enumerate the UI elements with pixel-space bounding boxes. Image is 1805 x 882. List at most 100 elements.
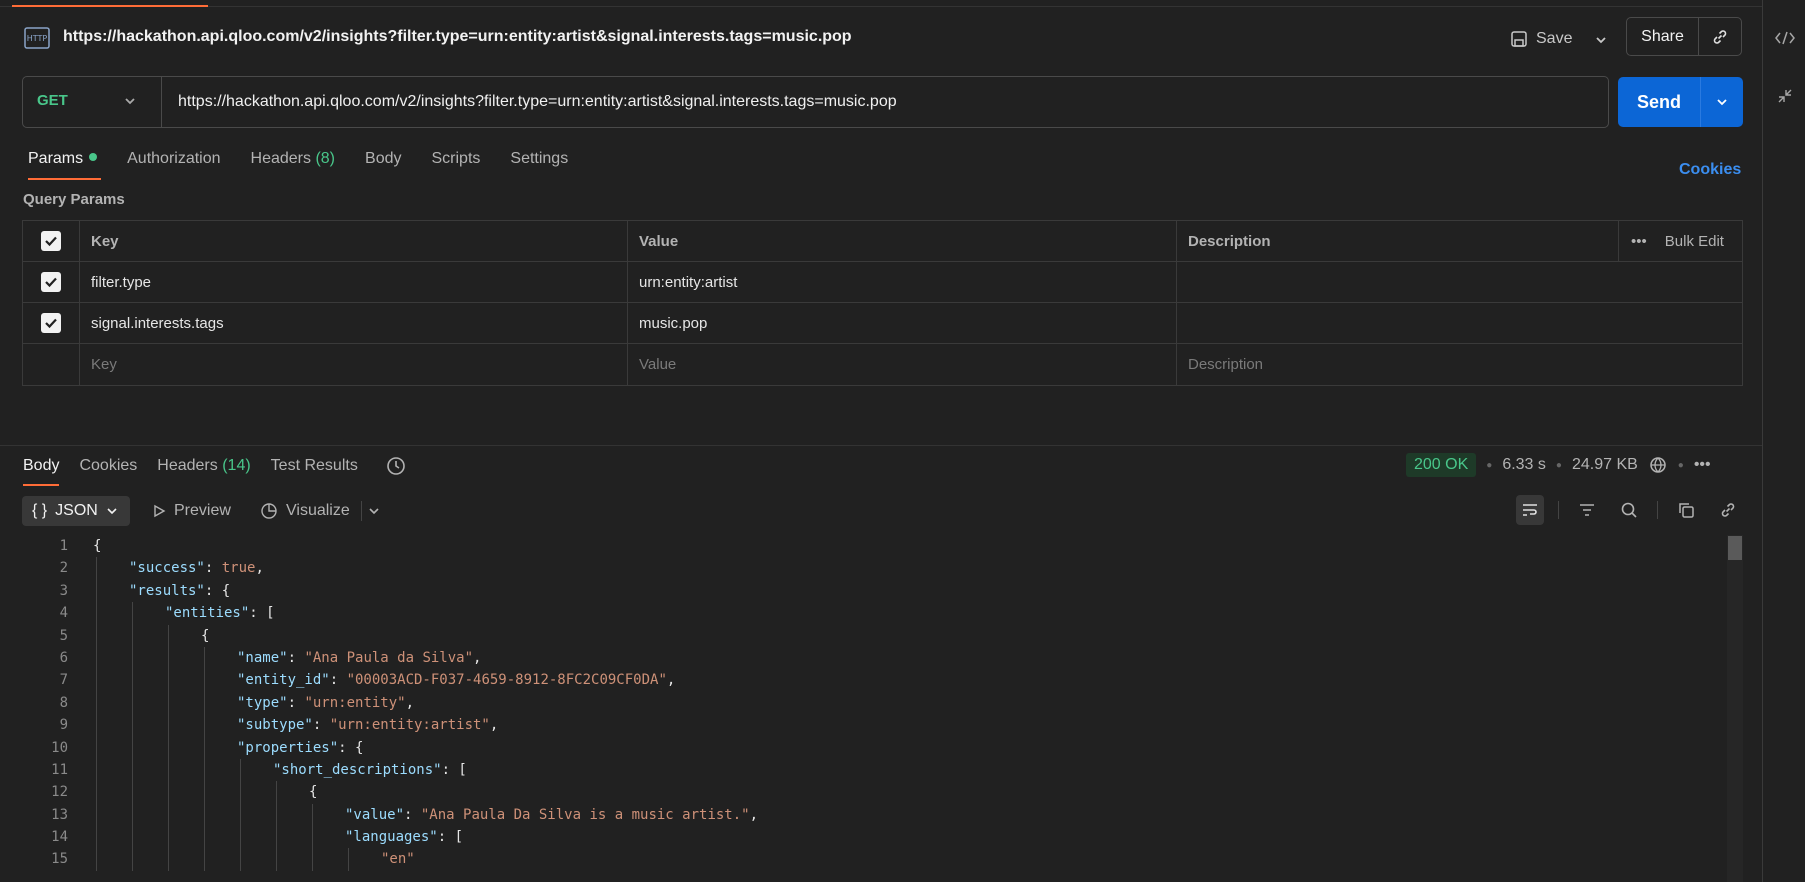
more-options-icon[interactable]: ••• — [1694, 456, 1711, 474]
cookies-link[interactable]: Cookies — [1679, 161, 1741, 179]
tab-params[interactable]: Params — [28, 150, 102, 180]
editor-scrollbar[interactable] — [1727, 535, 1743, 882]
json-boolean: true — [221, 560, 256, 577]
json-punctuation: : { — [204, 582, 231, 599]
visualize-separator — [361, 501, 362, 521]
copy-link-button[interactable] — [1699, 18, 1741, 55]
search-button[interactable] — [1615, 495, 1643, 525]
tab-settings[interactable]: Settings — [510, 150, 568, 180]
chevron-down-icon[interactable] — [367, 501, 381, 521]
code-line: 1{ — [22, 535, 1727, 557]
response-time[interactable]: 6.33 s — [1502, 456, 1546, 474]
param-key[interactable]: filter.type — [80, 262, 628, 302]
json-key: "short_descriptions" — [273, 761, 442, 778]
param-key[interactable]: signal.interests.tags — [80, 303, 628, 343]
copy-link-response-button[interactable] — [1714, 495, 1742, 525]
tab-authorization[interactable]: Authorization — [127, 150, 220, 180]
response-tab-headers[interactable]: Headers (14) — [157, 457, 250, 475]
active-tab-indicator — [12, 5, 208, 7]
new-value-input[interactable]: Value — [628, 344, 1177, 385]
json-punctuation: , — [405, 694, 415, 711]
scrollbar-thumb[interactable] — [1728, 536, 1742, 560]
code-text: { — [309, 781, 317, 803]
json-punctuation: { — [201, 627, 210, 644]
row-checkbox[interactable] — [41, 313, 61, 333]
new-description-input[interactable]: Description — [1177, 344, 1742, 385]
save-button[interactable]: Save — [1510, 24, 1572, 54]
status-badge[interactable]: 200 OK — [1406, 453, 1477, 477]
column-header-description-label: Description — [1188, 232, 1271, 250]
code-snippet-button[interactable] — [1773, 26, 1797, 50]
response-body-editor[interactable]: 1{2 "success": true, 3 "results": {4 "entiti… — [22, 535, 1727, 882]
code-text: "results": { — [129, 580, 230, 602]
bulk-edit-button[interactable]: Bulk Edit — [1665, 233, 1724, 250]
indent-guide — [276, 826, 277, 849]
table-row: filter.type urn:entity:artist — [23, 262, 1742, 303]
code-line: 6 "name": "Ana Paula da Silva", — [22, 646, 1727, 670]
code-line: 15 "en" — [22, 848, 1727, 871]
more-options-icon[interactable]: ••• — [1631, 233, 1647, 250]
filter-icon — [1580, 504, 1594, 516]
param-description[interactable] — [1177, 262, 1742, 302]
code-text: "type": "urn:entity", — [237, 692, 414, 714]
table-header-row: Key Value Description ••• Bulk Edit — [23, 221, 1742, 262]
chevron-down-icon — [107, 508, 117, 515]
indent-guide — [204, 669, 205, 692]
separator-dot: ● — [1555, 459, 1562, 471]
json-key: "results" — [129, 582, 205, 599]
response-tab-test-results[interactable]: Test Results — [271, 457, 358, 475]
new-key-input[interactable]: Key — [80, 344, 628, 385]
select-all-checkbox[interactable] — [41, 231, 61, 251]
param-description[interactable] — [1177, 303, 1742, 343]
code-text: "languages": [ — [345, 826, 463, 848]
tab-scripts[interactable]: Scripts — [431, 150, 480, 180]
save-options-button[interactable] — [1589, 28, 1613, 52]
url-input[interactable]: https://hackathon.api.qloo.com/v2/insigh… — [178, 93, 897, 111]
line-number: 1 — [59, 538, 68, 554]
query-params-table: Key Value Description ••• Bulk Edit filt… — [22, 220, 1743, 386]
select-all-cell — [23, 221, 80, 261]
tab-params-label: Params — [28, 150, 84, 167]
network-globe-icon[interactable] — [1648, 455, 1668, 475]
param-value[interactable]: urn:entity:artist — [628, 262, 1177, 302]
row-checkbox[interactable] — [41, 272, 61, 292]
url-bar: GET https://hackathon.api.qloo.com/v2/in… — [22, 76, 1609, 128]
json-string: "Ana Paula da Silva" — [304, 649, 474, 666]
tab-body[interactable]: Body — [365, 150, 401, 180]
send-button[interactable]: Send — [1618, 77, 1701, 127]
tab-headers-label: Headers — [250, 150, 311, 167]
bulk-edit-area: ••• Bulk Edit — [1618, 221, 1742, 261]
save-label: Save — [1536, 30, 1573, 47]
indent-guide — [348, 848, 349, 871]
format-select[interactable]: { } JSON — [22, 496, 130, 526]
indent-guide — [168, 781, 169, 804]
url-separator — [161, 77, 162, 127]
param-value[interactable]: music.pop — [628, 303, 1177, 343]
history-icon[interactable] — [385, 455, 407, 477]
empty-checkbox-cell — [23, 344, 80, 385]
filter-button[interactable] — [1573, 495, 1601, 525]
method-select[interactable]: GET — [37, 92, 68, 109]
preview-button[interactable]: Preview — [152, 502, 231, 520]
pane-divider[interactable] — [0, 445, 1762, 446]
wrap-lines-button[interactable] — [1516, 495, 1544, 525]
indent-guide — [132, 714, 133, 737]
response-tab-headers-label: Headers — [157, 457, 218, 474]
line-number: 8 — [59, 694, 68, 711]
response-tab-cookies[interactable]: Cookies — [79, 457, 137, 475]
json-key: "success" — [129, 560, 205, 577]
response-size[interactable]: 24.97 KB — [1572, 456, 1638, 474]
response-tab-body[interactable]: Body — [23, 457, 60, 486]
separator-dot: ● — [1677, 459, 1684, 471]
share-button[interactable]: Share — [1627, 18, 1699, 55]
visualize-label: Visualize — [286, 502, 350, 519]
indent-guide — [96, 691, 97, 715]
tab-headers[interactable]: Headers (8) — [251, 150, 336, 180]
code-line: 11 "short_descriptions": [ — [22, 758, 1727, 782]
copy-button[interactable] — [1672, 495, 1700, 525]
request-title[interactable]: https://hackathon.api.qloo.com/v2/insigh… — [63, 28, 852, 46]
chevron-down-icon[interactable] — [123, 91, 137, 111]
send-options-button[interactable] — [1701, 77, 1743, 127]
visualize-button[interactable]: Visualize — [260, 502, 350, 520]
collapse-button[interactable] — [1773, 84, 1797, 108]
